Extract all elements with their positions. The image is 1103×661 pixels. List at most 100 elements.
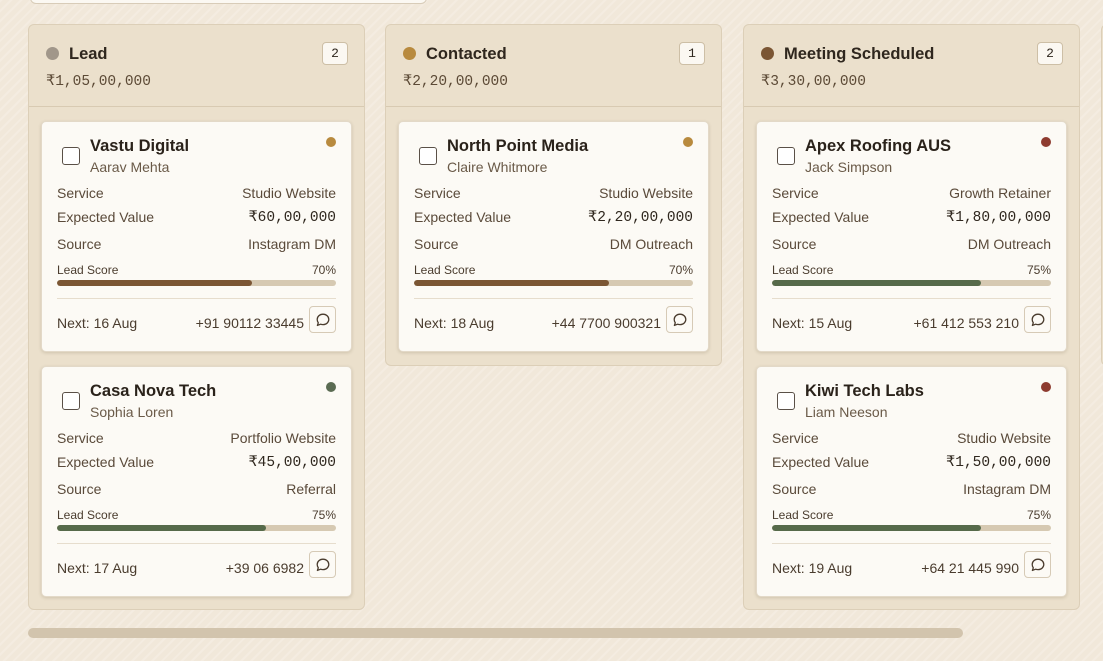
select-checkbox[interactable] [777, 392, 795, 410]
select-checkbox[interactable] [62, 392, 80, 410]
expected-value: ₹45,00,000 [248, 455, 336, 471]
kanban-board: Lead 2 ₹1,05,00,000 Vastu Digital Aarav … [28, 24, 1103, 614]
lead-score-percent: 75% [1026, 508, 1051, 522]
source-value: Instagram DM [963, 481, 1051, 497]
lead-card[interactable]: Apex Roofing AUS Jack Simpson Service Gr… [756, 121, 1067, 352]
company-name: Vastu Digital [90, 137, 190, 155]
lead-score-bar-fill [414, 280, 610, 286]
service-label: Service [57, 430, 104, 446]
chat-bubble-icon [673, 313, 686, 326]
lead-score-bar-fill [772, 280, 982, 286]
expected-value: ₹2,20,00,000 [588, 210, 693, 226]
lead-score-bar [57, 280, 336, 286]
next-followup-date: Next: 15 Aug [772, 315, 853, 331]
next-followup-date: Next: 18 Aug [414, 315, 495, 331]
service-value: Growth Retainer [949, 185, 1051, 201]
lead-score-label: Lead Score [772, 263, 834, 277]
lead-score-bar [772, 280, 1051, 286]
column-count-badge: 1 [679, 42, 705, 65]
contact-name: Claire Whitmore [447, 159, 548, 175]
expected-value: ₹1,80,00,000 [946, 210, 1051, 226]
contact-name: Aarav Mehta [90, 159, 170, 175]
company-name: Apex Roofing AUS [805, 137, 952, 155]
priority-dot-icon [683, 137, 693, 147]
card-divider [772, 298, 1051, 299]
select-checkbox[interactable] [419, 147, 437, 165]
expected-value-label: Expected Value [57, 454, 155, 470]
service-value: Studio Website [599, 185, 693, 201]
phone-number[interactable]: +64 21 445 990 [921, 560, 1019, 576]
lead-card[interactable]: North Point Media Claire Whitmore Servic… [398, 121, 709, 352]
priority-dot-icon [326, 382, 336, 392]
phone-number[interactable]: +39 06 6982 [226, 560, 304, 576]
column-meeting-scheduled: Meeting Scheduled 2 ₹3,30,00,000 Apex Ro… [743, 24, 1080, 610]
message-button[interactable] [1024, 306, 1051, 333]
service-value: Studio Website [242, 185, 336, 201]
card-divider [57, 543, 336, 544]
lead-card[interactable]: Casa Nova Tech Sophia Loren Service Port… [41, 366, 352, 597]
phone-number[interactable]: +61 412 553 210 [914, 315, 1020, 331]
expected-value: ₹1,50,00,000 [946, 455, 1051, 471]
card-divider [772, 543, 1051, 544]
lead-score-percent: 70% [311, 263, 336, 277]
scrollbar-thumb[interactable] [28, 628, 964, 638]
expected-value: ₹60,00,000 [248, 210, 336, 226]
column-title: Meeting Scheduled [784, 45, 935, 63]
message-button[interactable] [666, 306, 693, 333]
chat-bubble-icon [316, 313, 329, 326]
message-button[interactable] [309, 306, 336, 333]
lead-card[interactable]: Vastu Digital Aarav Mehta Service Studio… [41, 121, 352, 352]
column-total-value: ₹1,05,00,000 [46, 74, 151, 90]
message-button[interactable] [1024, 551, 1051, 578]
column-contacted: Contacted 1 ₹2,20,00,000 North Point Med… [385, 24, 722, 366]
column-title: Lead [69, 45, 108, 63]
next-followup-date: Next: 16 Aug [57, 315, 138, 331]
phone-number[interactable]: +91 90112 33445 [196, 315, 304, 331]
contact-name: Liam Neeson [805, 404, 888, 420]
lead-score-bar-fill [772, 525, 982, 531]
column-title: Contacted [426, 45, 507, 63]
lead-score-percent: 75% [311, 508, 336, 522]
source-label: Source [772, 236, 817, 252]
select-checkbox[interactable] [777, 147, 795, 165]
source-value: Instagram DM [248, 236, 336, 252]
lead-score-bar [772, 525, 1051, 531]
service-label: Service [57, 185, 104, 201]
company-name: Kiwi Tech Labs [805, 382, 924, 400]
search-input[interactable] [30, 0, 427, 4]
column-header: Lead 2 ₹1,05,00,000 [29, 25, 364, 107]
expected-value-label: Expected Value [414, 209, 512, 225]
column-total-value: ₹2,20,00,000 [403, 74, 508, 90]
service-value: Studio Website [957, 430, 1051, 446]
service-value: Portfolio Website [230, 430, 336, 446]
priority-dot-icon [1041, 382, 1051, 392]
source-label: Source [772, 481, 817, 497]
lead-score-bar-fill [57, 525, 267, 531]
lead-score-label: Lead Score [57, 263, 119, 277]
lead-score-percent: 70% [668, 263, 693, 277]
horizontal-scrollbar[interactable] [28, 628, 1103, 638]
status-dot-icon [761, 47, 774, 60]
company-name: Casa Nova Tech [90, 382, 217, 400]
phone-number[interactable]: +44 7700 900321 [552, 315, 661, 331]
priority-dot-icon [326, 137, 336, 147]
lead-score-bar-fill [57, 280, 253, 286]
status-dot-icon [46, 47, 59, 60]
card-divider [414, 298, 693, 299]
source-label: Source [414, 236, 459, 252]
select-checkbox[interactable] [62, 147, 80, 165]
expected-value-label: Expected Value [772, 209, 870, 225]
priority-dot-icon [1041, 137, 1051, 147]
source-value: DM Outreach [967, 236, 1051, 252]
column-total-value: ₹3,30,00,000 [761, 74, 866, 90]
chat-bubble-icon [1031, 558, 1044, 571]
expected-value-label: Expected Value [772, 454, 870, 470]
lead-card[interactable]: Kiwi Tech Labs Liam Neeson Service Studi… [756, 366, 1067, 597]
next-followup-date: Next: 17 Aug [57, 560, 138, 576]
card-divider [57, 298, 336, 299]
column-count-badge: 2 [1037, 42, 1063, 65]
lead-score-label: Lead Score [57, 508, 119, 522]
expected-value-label: Expected Value [57, 209, 155, 225]
column-count-badge: 2 [322, 42, 348, 65]
message-button[interactable] [309, 551, 336, 578]
